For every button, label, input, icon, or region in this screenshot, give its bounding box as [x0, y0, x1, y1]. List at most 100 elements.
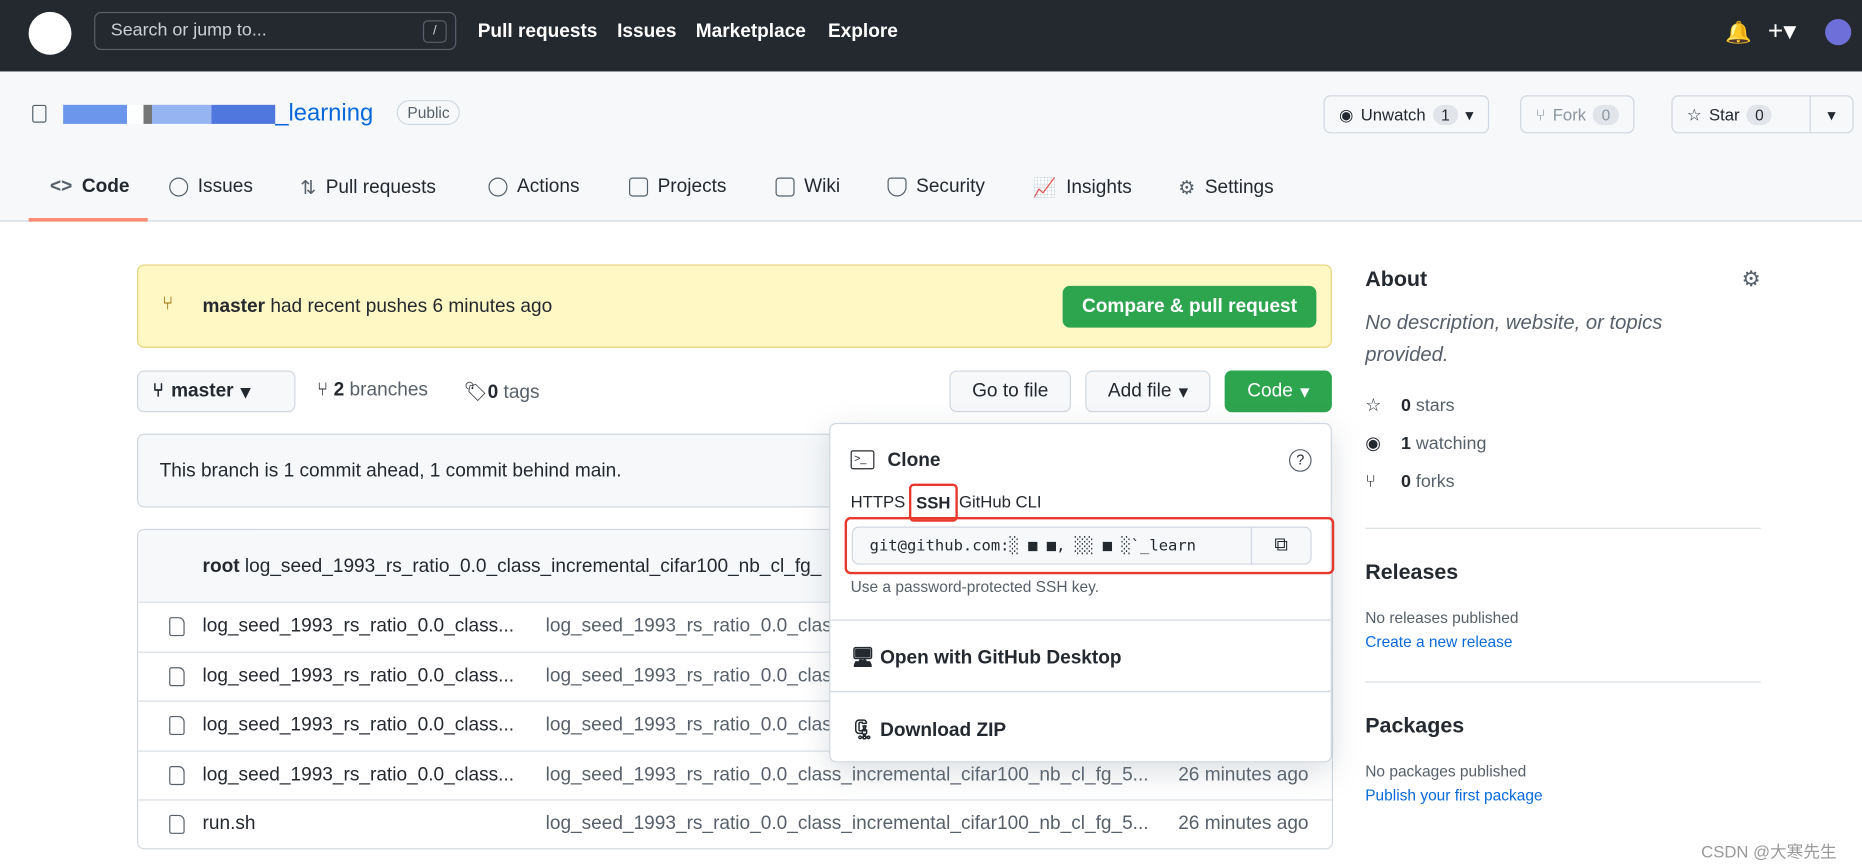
clone-popup: >_ Clone ? HTTPS SSH GitHub CLI git@gith… — [829, 422, 1335, 763]
commit-message[interactable]: log_seed_1993_rs_ratio_0.0_class_increme… — [546, 765, 1149, 786]
branch-icon: ⑂ — [316, 380, 329, 401]
terminal-icon: >_ — [850, 450, 875, 470]
search-input[interactable]: Search or jump to... / — [94, 11, 457, 51]
zip-label: Download ZIP — [880, 720, 1007, 741]
code-icon: <> — [50, 176, 73, 197]
releases-none: No releases published — [1365, 608, 1519, 627]
branches-link[interactable]: ⑂ 2 branches — [317, 380, 428, 401]
watch-count: 1 — [1432, 104, 1459, 125]
tab-issues[interactable]: Issues — [169, 176, 253, 197]
clone-tab-github-cli[interactable]: GitHub CLI — [959, 492, 1041, 511]
branches-label: branches — [349, 380, 428, 401]
help-icon[interactable]: ? — [1288, 449, 1312, 472]
packages-none: No packages published — [1365, 762, 1527, 781]
commit-message[interactable]: log_seed_1993_rs_ratio_0.0_clas — [546, 616, 832, 637]
ahead-behind-text: This branch is 1 commit ahead, 1 commit … — [159, 461, 622, 482]
file-name[interactable]: run.sh — [203, 814, 256, 835]
desktop-download-icon: 🖥 — [850, 648, 875, 669]
book-icon — [775, 177, 795, 197]
fork-button[interactable]: ⑂ Fork 0 — [1520, 95, 1635, 134]
file-icon — [169, 765, 185, 785]
stars-link[interactable]: ☆ 0 stars — [1365, 387, 1761, 425]
bell-icon[interactable]: 🔔 — [1725, 20, 1752, 45]
download-zip[interactable]: 🗜 Download ZIP — [851, 718, 1007, 742]
tab-projects[interactable]: Projects — [629, 176, 726, 197]
tab-pull-requests[interactable]: ⇅ Pull requests — [300, 176, 436, 200]
tab-label: Pull requests — [325, 177, 436, 198]
commit-message[interactable]: log_seed_1993_rs_ratio_0.0_clas — [546, 665, 832, 686]
add-file-button[interactable]: Add file ▾ — [1085, 370, 1211, 413]
open-github-desktop[interactable]: 🖥 Open with GitHub Desktop — [851, 646, 1122, 670]
file-name[interactable]: log_seed_1993_rs_ratio_0.0_class... — [203, 765, 515, 786]
copy-url-button[interactable]: ⧉ — [1250, 526, 1312, 565]
nav-pull-requests[interactable]: Pull requests — [478, 21, 598, 42]
file-name[interactable]: log_seed_1993_rs_ratio_0.0_class... — [203, 715, 515, 736]
branch-select[interactable]: ⑂ master ▾ — [136, 370, 296, 413]
clone-url-input[interactable]: git@github.com:░ ■ ■, ░░ ■ ░`_learn — [851, 526, 1253, 565]
forks-link[interactable]: ⑂ 0 forks — [1365, 463, 1761, 501]
recent-push-banner: ⑂ master had recent pushes 6 minutes ago… — [136, 264, 1332, 348]
top-navbar: Search or jump to... / Pull requests Issu… — [0, 0, 1862, 72]
ssh-hint: Use a password-protected SSH key. — [850, 577, 1100, 596]
tags-link[interactable]: 🏷0 tags — [463, 380, 539, 404]
tab-insights[interactable]: 📈 Insights — [1033, 176, 1132, 200]
commit-time: 26 minutes ago — [1178, 764, 1309, 785]
code-button[interactable]: Code ▾ — [1224, 370, 1333, 413]
play-icon — [488, 177, 508, 197]
packages-title: Packages — [1365, 713, 1465, 738]
star-button[interactable]: ☆ Star 0 ▾ — [1671, 95, 1854, 134]
file-icon — [169, 815, 185, 835]
watching-label: watching — [1415, 433, 1487, 454]
clone-tab-https[interactable]: HTTPS — [851, 492, 906, 511]
commit-time: 26 minutes ago — [1178, 814, 1309, 835]
compare-pull-request-button[interactable]: Compare & pull request — [1062, 285, 1317, 328]
publish-package-link[interactable]: Publish your first package — [1365, 786, 1761, 804]
go-to-file-button[interactable]: Go to file — [949, 370, 1072, 413]
file-row: run.sh log_seed_1993_rs_ratio_0.0_class_… — [138, 799, 1332, 848]
plus-icon[interactable]: +▾ — [1768, 15, 1796, 46]
nav-explore[interactable]: Explore — [828, 21, 898, 42]
file-name[interactable]: log_seed_1993_rs_ratio_0.0_class... — [203, 665, 515, 686]
file-name[interactable]: log_seed_1993_rs_ratio_0.0_class... — [203, 616, 515, 637]
watching-count: 1 — [1400, 433, 1411, 454]
commit-message[interactable]: log_seed_1993_rs_ratio_0.0_class_increme… — [546, 814, 1149, 835]
tab-settings[interactable]: ⚙ Settings — [1178, 176, 1273, 200]
banner-text: had recent pushes 6 minutes ago — [270, 296, 553, 317]
tab-wiki[interactable]: Wiki — [775, 176, 841, 197]
commit-message[interactable]: log_seed_1993_rs_ratio_0.0_clas — [546, 715, 832, 736]
branch-icon: ⑂ — [162, 294, 174, 315]
about-title: About — [1365, 266, 1428, 291]
repo-owner-blurred — [63, 104, 276, 124]
tab-label: Wiki — [804, 176, 841, 197]
star-dropdown-icon[interactable]: ▾ — [1809, 96, 1853, 133]
pull-request-icon: ⇅ — [300, 178, 317, 199]
tab-label: Projects — [657, 176, 727, 197]
nav-issues[interactable]: Issues — [617, 21, 676, 42]
search-placeholder: Search or jump to... — [110, 20, 267, 41]
branch-icon: ⑂ — [152, 380, 164, 401]
branches-count: 2 — [333, 380, 345, 401]
tab-security[interactable]: Security — [887, 176, 985, 197]
clone-title: Clone — [887, 450, 941, 471]
slash-key: / — [422, 20, 447, 43]
table-icon — [629, 177, 649, 197]
fork-icon: ⑂ — [1535, 104, 1546, 124]
commit-author[interactable]: root — [203, 556, 240, 576]
nav-marketplace[interactable]: Marketplace — [696, 21, 806, 42]
watching-link[interactable]: ◉ 1 watching — [1365, 425, 1761, 463]
avatar[interactable] — [1825, 19, 1852, 46]
repo-name-link[interactable]: _learning — [275, 100, 373, 127]
tab-code[interactable]: <> Code — [50, 176, 129, 197]
banner-branch[interactable]: master — [203, 297, 266, 317]
fork-count: 0 — [1593, 104, 1619, 125]
tab-actions[interactable]: Actions — [488, 176, 580, 197]
unwatch-button[interactable]: ◉ Unwatch 1 ▾ — [1323, 95, 1490, 134]
tags-label: tags — [503, 382, 540, 403]
unwatch-label: Unwatch — [1360, 104, 1426, 124]
github-logo-icon[interactable] — [28, 11, 72, 55]
commit-message[interactable]: log_seed_1993_rs_ratio_0.0_class_increme… — [245, 556, 821, 576]
about-settings-gear-icon[interactable]: ⚙ — [1742, 267, 1761, 292]
create-release-link[interactable]: Create a new release — [1365, 633, 1761, 651]
watermark: CSDN @大寒先生 — [1701, 842, 1837, 862]
star-icon: ☆ — [1365, 395, 1382, 416]
